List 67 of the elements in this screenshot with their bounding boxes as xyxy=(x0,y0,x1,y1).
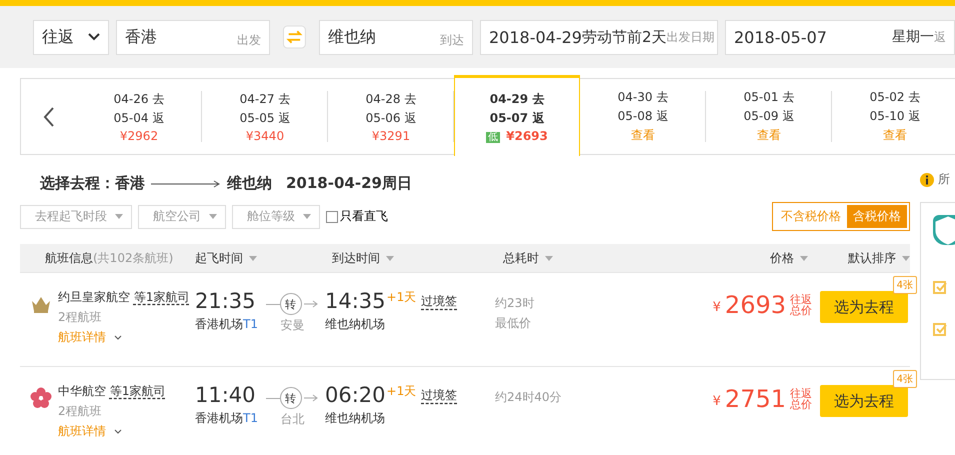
caret-icon xyxy=(303,214,311,219)
departure-date-field[interactable]: 2018-04-29劳动节前2天出发日期 xyxy=(480,20,718,54)
direct-only-checkbox[interactable]: 只看直飞 xyxy=(326,208,388,225)
arrival-airport: 维也纳机场 xyxy=(325,316,386,333)
column-header: 航班信息(共102条航班) xyxy=(45,250,174,266)
transit-visa-link[interactable]: 过境签 xyxy=(415,289,463,311)
price: 2693 xyxy=(724,291,786,319)
column-header[interactable]: 默认排序 xyxy=(848,250,896,266)
arrival-city-field[interactable]: 维也纳 到达 xyxy=(318,20,473,54)
caret-icon xyxy=(209,214,217,219)
column-header[interactable]: 起飞时间 xyxy=(195,250,243,266)
trip-type-select[interactable]: 往返 xyxy=(33,20,110,54)
chevron-down-icon xyxy=(88,33,100,41)
lowest-price-tag: 最低价 xyxy=(495,315,625,332)
caret-icon xyxy=(902,256,910,260)
select-flight-button[interactable]: 选为去程 xyxy=(820,385,908,417)
caret-icon xyxy=(545,256,553,260)
travel-date: 2018-04-29周日 xyxy=(286,174,412,193)
departure-city-field[interactable]: 香港 出发 xyxy=(116,20,270,54)
segment-count: 2程航班 xyxy=(58,403,103,420)
price-note: 往返 总价 xyxy=(790,388,812,410)
caret-icon xyxy=(386,256,394,260)
transit-visa-link[interactable]: 过境签 xyxy=(415,383,463,405)
select-flight-button[interactable]: 选为去程 xyxy=(820,291,908,323)
departure-airport: 香港机场T1 xyxy=(195,410,259,427)
airline-name: 约旦皇家航空 等1家航司 xyxy=(58,289,190,306)
chevron-left-icon[interactable] xyxy=(42,106,54,126)
departure-airport: 香港机场T1 xyxy=(195,316,259,333)
chevron-down-icon xyxy=(114,429,122,434)
departure-time: 21:35 xyxy=(195,289,257,313)
info-icon xyxy=(920,172,934,186)
day-offset: +1天 xyxy=(386,383,416,400)
arrival-time: 14:35 xyxy=(325,289,386,313)
flower-icon xyxy=(30,387,52,409)
chevron-down-icon xyxy=(114,335,122,340)
destination-city: 维也纳 xyxy=(227,174,272,193)
departure-time: 11:40 xyxy=(195,383,257,407)
transfer-city: 安曼 xyxy=(280,317,304,334)
ticket-count-badge: 4张 xyxy=(892,370,917,388)
currency-symbol: ¥ xyxy=(712,300,721,317)
segment-count: 2程航班 xyxy=(58,309,103,326)
notice-text: 所 xyxy=(938,171,950,188)
section-title: 选择去程：香港 xyxy=(40,174,145,193)
return-date-field[interactable]: 2018-05-07 星期一返 xyxy=(725,20,955,54)
airline-name: 中华航空 等1家航司 xyxy=(58,383,166,400)
arrival-airport: 维也纳机场 xyxy=(325,410,386,427)
transfer-badge: 转 xyxy=(280,387,302,409)
column-header[interactable]: 总耗时 xyxy=(503,250,539,266)
duration: 约24时40分 xyxy=(495,389,563,406)
column-header[interactable]: 到达时间 xyxy=(332,250,380,266)
ticket-count-badge: 4张 xyxy=(892,276,917,294)
caret-icon xyxy=(249,256,257,260)
arrow-icon xyxy=(151,180,221,188)
currency-symbol: ¥ xyxy=(712,394,721,411)
transfer-city: 台北 xyxy=(280,411,304,428)
price: 2751 xyxy=(724,385,786,413)
date-option[interactable]: 04-29 去 05-07 返 低 ¥2693 xyxy=(454,75,580,156)
price-note: 往返 总价 xyxy=(790,294,812,316)
caret-icon xyxy=(800,256,808,260)
arrival-time: 06:20 xyxy=(325,383,386,407)
arrow-icon xyxy=(302,394,320,402)
caret-icon xyxy=(115,214,123,219)
duration: 约23时 xyxy=(495,295,536,312)
arrow-icon xyxy=(302,300,320,308)
transfer-badge: 转 xyxy=(280,293,302,315)
column-header[interactable]: 价格 xyxy=(770,250,794,266)
day-offset: +1天 xyxy=(386,289,416,306)
